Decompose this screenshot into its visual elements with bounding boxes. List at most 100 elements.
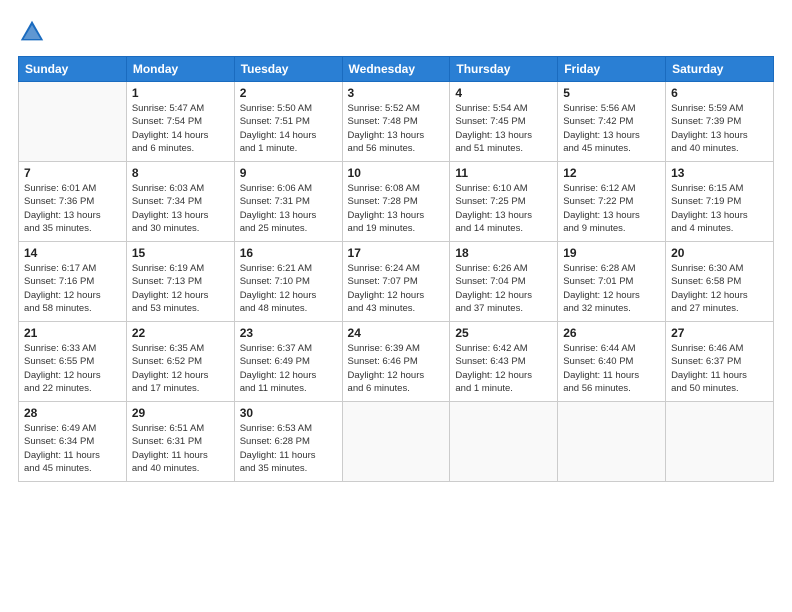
day-info: Sunrise: 6:46 AMSunset: 6:37 PMDaylight:… <box>671 342 768 395</box>
calendar-cell <box>558 402 666 482</box>
day-number: 13 <box>671 166 768 180</box>
weekday-header-tuesday: Tuesday <box>234 57 342 82</box>
week-row-2: 7 Sunrise: 6:01 AMSunset: 7:36 PMDaylight… <box>19 162 774 242</box>
calendar-cell <box>19 82 127 162</box>
calendar-cell: 19 Sunrise: 6:28 AMSunset: 7:01 PMDayligh… <box>558 242 666 322</box>
calendar-cell: 28 Sunrise: 6:49 AMSunset: 6:34 PMDayligh… <box>19 402 127 482</box>
day-number: 6 <box>671 86 768 100</box>
week-row-1: 1 Sunrise: 5:47 AMSunset: 7:54 PMDaylight… <box>19 82 774 162</box>
calendar-cell <box>342 402 450 482</box>
day-number: 30 <box>240 406 337 420</box>
day-info: Sunrise: 6:06 AMSunset: 7:31 PMDaylight:… <box>240 182 337 235</box>
day-info: Sunrise: 6:19 AMSunset: 7:13 PMDaylight:… <box>132 262 229 315</box>
day-number: 8 <box>132 166 229 180</box>
day-info: Sunrise: 6:08 AMSunset: 7:28 PMDaylight:… <box>348 182 445 235</box>
calendar-cell: 4 Sunrise: 5:54 AMSunset: 7:45 PMDaylight… <box>450 82 558 162</box>
week-row-5: 28 Sunrise: 6:49 AMSunset: 6:34 PMDayligh… <box>19 402 774 482</box>
calendar-cell: 3 Sunrise: 5:52 AMSunset: 7:48 PMDaylight… <box>342 82 450 162</box>
day-number: 15 <box>132 246 229 260</box>
calendar-cell: 30 Sunrise: 6:53 AMSunset: 6:28 PMDayligh… <box>234 402 342 482</box>
day-info: Sunrise: 6:28 AMSunset: 7:01 PMDaylight:… <box>563 262 660 315</box>
logo-icon <box>18 18 46 46</box>
weekday-header-friday: Friday <box>558 57 666 82</box>
calendar-cell: 18 Sunrise: 6:26 AMSunset: 7:04 PMDayligh… <box>450 242 558 322</box>
weekday-header-wednesday: Wednesday <box>342 57 450 82</box>
day-number: 14 <box>24 246 121 260</box>
day-number: 16 <box>240 246 337 260</box>
day-number: 12 <box>563 166 660 180</box>
day-number: 18 <box>455 246 552 260</box>
calendar-cell: 11 Sunrise: 6:10 AMSunset: 7:25 PMDayligh… <box>450 162 558 242</box>
day-info: Sunrise: 6:51 AMSunset: 6:31 PMDaylight:… <box>132 422 229 475</box>
day-info: Sunrise: 5:47 AMSunset: 7:54 PMDaylight:… <box>132 102 229 155</box>
day-number: 27 <box>671 326 768 340</box>
calendar-cell: 24 Sunrise: 6:39 AMSunset: 6:46 PMDayligh… <box>342 322 450 402</box>
day-number: 11 <box>455 166 552 180</box>
calendar-cell: 22Sunrise: 6:35 AMSunset: 6:52 PMDayligh… <box>126 322 234 402</box>
day-number: 1 <box>132 86 229 100</box>
day-info: Sunrise: 6:53 AMSunset: 6:28 PMDaylight:… <box>240 422 337 475</box>
calendar-cell: 2Sunrise: 5:50 AMSunset: 7:51 PMDaylight… <box>234 82 342 162</box>
day-info: Sunrise: 6:44 AMSunset: 6:40 PMDaylight:… <box>563 342 660 395</box>
calendar-cell: 15 Sunrise: 6:19 AMSunset: 7:13 PMDayligh… <box>126 242 234 322</box>
calendar-cell: 23 Sunrise: 6:37 AMSunset: 6:49 PMDayligh… <box>234 322 342 402</box>
day-info: Sunrise: 6:37 AMSunset: 6:49 PMDaylight:… <box>240 342 337 395</box>
day-number: 3 <box>348 86 445 100</box>
day-info: Sunrise: 6:49 AMSunset: 6:34 PMDaylight:… <box>24 422 121 475</box>
day-info: Sunrise: 6:17 AMSunset: 7:16 PMDaylight:… <box>24 262 121 315</box>
calendar-cell: 8 Sunrise: 6:03 AMSunset: 7:34 PMDaylight… <box>126 162 234 242</box>
calendar-cell: 17 Sunrise: 6:24 AMSunset: 7:07 PMDayligh… <box>342 242 450 322</box>
day-info: Sunrise: 6:33 AMSunset: 6:55 PMDaylight:… <box>24 342 121 395</box>
calendar-cell: 5Sunrise: 5:56 AMSunset: 7:42 PMDaylight… <box>558 82 666 162</box>
day-number: 9 <box>240 166 337 180</box>
day-info: Sunrise: 6:10 AMSunset: 7:25 PMDaylight:… <box>455 182 552 235</box>
calendar-cell: 27 Sunrise: 6:46 AMSunset: 6:37 PMDayligh… <box>666 322 774 402</box>
calendar-cell: 12Sunrise: 6:12 AMSunset: 7:22 PMDayligh… <box>558 162 666 242</box>
day-info: Sunrise: 6:42 AMSunset: 6:43 PMDaylight:… <box>455 342 552 395</box>
calendar-cell: 21 Sunrise: 6:33 AMSunset: 6:55 PMDayligh… <box>19 322 127 402</box>
calendar-cell: 13 Sunrise: 6:15 AMSunset: 7:19 PMDayligh… <box>666 162 774 242</box>
day-info: Sunrise: 6:39 AMSunset: 6:46 PMDaylight:… <box>348 342 445 395</box>
day-info: Sunrise: 6:15 AMSunset: 7:19 PMDaylight:… <box>671 182 768 235</box>
calendar-cell: 20 Sunrise: 6:30 AMSunset: 6:58 PMDayligh… <box>666 242 774 322</box>
day-info: Sunrise: 5:59 AMSunset: 7:39 PMDaylight:… <box>671 102 768 155</box>
day-number: 19 <box>563 246 660 260</box>
day-number: 21 <box>24 326 121 340</box>
day-info: Sunrise: 5:50 AMSunset: 7:51 PMDaylight:… <box>240 102 337 155</box>
day-info: Sunrise: 6:35 AMSunset: 6:52 PMDaylight:… <box>132 342 229 395</box>
day-info: Sunrise: 6:24 AMSunset: 7:07 PMDaylight:… <box>348 262 445 315</box>
day-info: Sunrise: 6:26 AMSunset: 7:04 PMDaylight:… <box>455 262 552 315</box>
week-row-4: 21 Sunrise: 6:33 AMSunset: 6:55 PMDayligh… <box>19 322 774 402</box>
calendar-cell: 6 Sunrise: 5:59 AMSunset: 7:39 PMDaylight… <box>666 82 774 162</box>
day-info: Sunrise: 5:54 AMSunset: 7:45 PMDaylight:… <box>455 102 552 155</box>
day-number: 28 <box>24 406 121 420</box>
day-number: 4 <box>455 86 552 100</box>
page: SundayMondayTuesdayWednesdayThursdayFrid… <box>0 0 792 612</box>
calendar-cell: 25 Sunrise: 6:42 AMSunset: 6:43 PMDayligh… <box>450 322 558 402</box>
day-number: 7 <box>24 166 121 180</box>
calendar-cell: 1 Sunrise: 5:47 AMSunset: 7:54 PMDaylight… <box>126 82 234 162</box>
day-info: Sunrise: 6:30 AMSunset: 6:58 PMDaylight:… <box>671 262 768 315</box>
weekday-header-monday: Monday <box>126 57 234 82</box>
day-number: 23 <box>240 326 337 340</box>
weekday-header-sunday: Sunday <box>19 57 127 82</box>
calendar-table: SundayMondayTuesdayWednesdayThursdayFrid… <box>18 56 774 482</box>
calendar-cell: 29 Sunrise: 6:51 AMSunset: 6:31 PMDayligh… <box>126 402 234 482</box>
header <box>18 18 774 46</box>
logo <box>18 18 50 46</box>
day-number: 29 <box>132 406 229 420</box>
day-number: 24 <box>348 326 445 340</box>
day-number: 25 <box>455 326 552 340</box>
day-info: Sunrise: 5:52 AMSunset: 7:48 PMDaylight:… <box>348 102 445 155</box>
weekday-header-saturday: Saturday <box>666 57 774 82</box>
day-number: 10 <box>348 166 445 180</box>
day-number: 17 <box>348 246 445 260</box>
day-number: 5 <box>563 86 660 100</box>
day-number: 20 <box>671 246 768 260</box>
week-row-3: 14 Sunrise: 6:17 AMSunset: 7:16 PMDayligh… <box>19 242 774 322</box>
day-info: Sunrise: 6:21 AMSunset: 7:10 PMDaylight:… <box>240 262 337 315</box>
day-info: Sunrise: 6:03 AMSunset: 7:34 PMDaylight:… <box>132 182 229 235</box>
calendar-cell: 10 Sunrise: 6:08 AMSunset: 7:28 PMDayligh… <box>342 162 450 242</box>
calendar-cell <box>450 402 558 482</box>
day-info: Sunrise: 6:01 AMSunset: 7:36 PMDaylight:… <box>24 182 121 235</box>
